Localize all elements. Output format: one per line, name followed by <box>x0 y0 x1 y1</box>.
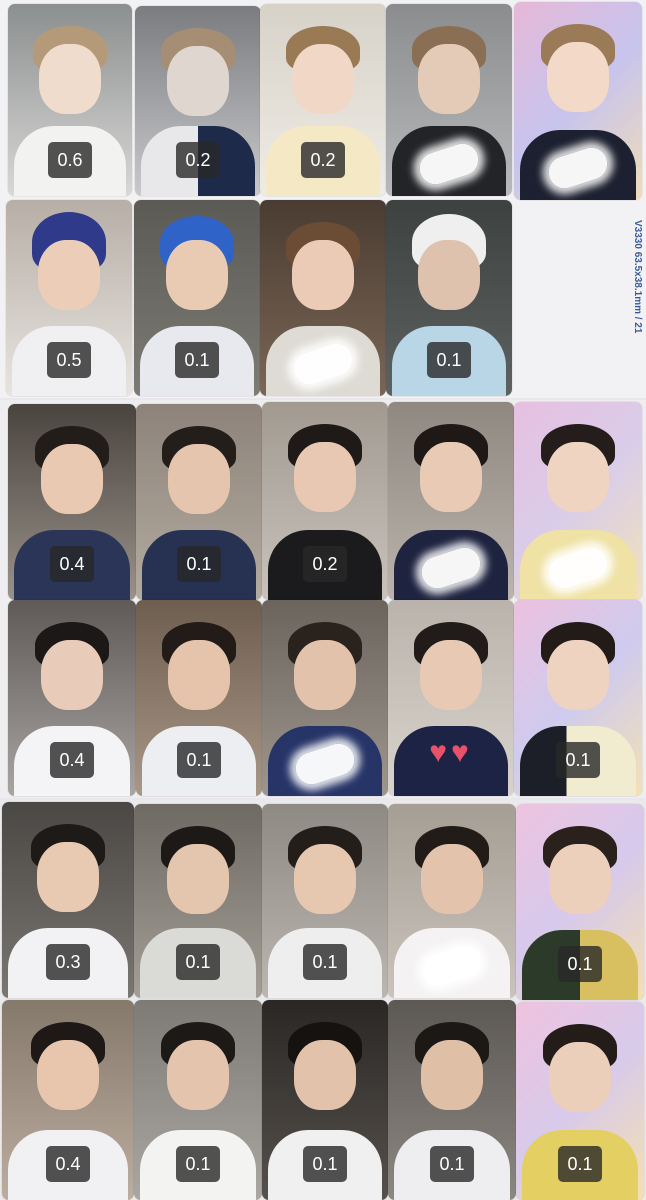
price-tag: 0.3 <box>46 944 90 980</box>
sheet-side-label: V3330 63.5x38.1mm / 21 <box>600 220 644 400</box>
side-label-dimension: 63.5x38.1mm / 21 <box>632 251 643 334</box>
price-tag: 0.1 <box>558 946 602 982</box>
photocard[interactable]: 0.3 <box>2 802 134 998</box>
price-tag: 0.1 <box>303 1146 347 1182</box>
photocard[interactable]: 0.1 <box>516 1002 644 1200</box>
photocard[interactable]: 0.4 <box>8 600 136 796</box>
price-tag: 0.1 <box>176 1146 220 1182</box>
photocard[interactable] <box>260 200 386 396</box>
photocard[interactable] <box>514 402 642 600</box>
price-tag: 0.4 <box>46 1146 90 1182</box>
photocard[interactable]: 0.4 <box>8 404 136 600</box>
price-tag: 0.1 <box>556 742 600 778</box>
photocard[interactable]: 0.1 <box>136 404 262 600</box>
price-tag: 0.1 <box>430 1146 474 1182</box>
photocard[interactable]: 0.1 <box>516 804 644 1000</box>
photocard[interactable]: 0.2 <box>135 6 261 196</box>
photocard[interactable]: 0.1 <box>134 1000 262 1200</box>
photocard[interactable] <box>388 402 514 600</box>
photocard[interactable]: 0.5 <box>6 200 132 396</box>
photocard[interactable]: 0.1 <box>134 804 262 998</box>
price-tag: 0.4 <box>50 546 94 582</box>
side-label-code: V3330 <box>632 220 643 249</box>
price-tag: 0.1 <box>558 1146 602 1182</box>
price-tag: 0.1 <box>303 944 347 980</box>
photocard[interactable]: 0.2 <box>260 4 386 196</box>
price-tag: 0.2 <box>301 142 345 178</box>
photocard[interactable]: ♥♥ <box>388 600 514 796</box>
photocard[interactable]: 0.1 <box>388 1000 516 1200</box>
price-tag: 0.5 <box>47 342 91 378</box>
heart-stickers-icon: ♥♥ <box>429 736 473 769</box>
price-tag: 0.1 <box>177 742 221 778</box>
price-tag: 0.2 <box>303 546 347 582</box>
photocard[interactable] <box>386 4 512 196</box>
photocard[interactable]: 0.1 <box>262 1000 388 1200</box>
price-tag: 0.4 <box>50 742 94 778</box>
price-tag: 0.1 <box>177 546 221 582</box>
price-tag: 0.1 <box>176 944 220 980</box>
photocard[interactable]: 0.4 <box>2 1000 134 1200</box>
photocard[interactable]: 0.1 <box>262 804 388 998</box>
photocard[interactable]: 0.2 <box>262 402 388 600</box>
price-tag: 0.6 <box>48 142 92 178</box>
photocard[interactable]: 0.1 <box>136 600 262 796</box>
photocard[interactable] <box>262 600 388 796</box>
photocard[interactable]: 0.1 <box>134 200 260 396</box>
photocard[interactable] <box>388 804 516 998</box>
photocard[interactable]: 0.1 <box>514 600 642 796</box>
photocard[interactable]: 0.1 <box>386 200 512 396</box>
price-tag: 0.2 <box>176 142 220 178</box>
price-tag: 0.1 <box>427 342 471 378</box>
price-tag: 0.1 <box>175 342 219 378</box>
photocard[interactable] <box>514 2 642 200</box>
photocard[interactable]: 0.6 <box>8 4 132 196</box>
